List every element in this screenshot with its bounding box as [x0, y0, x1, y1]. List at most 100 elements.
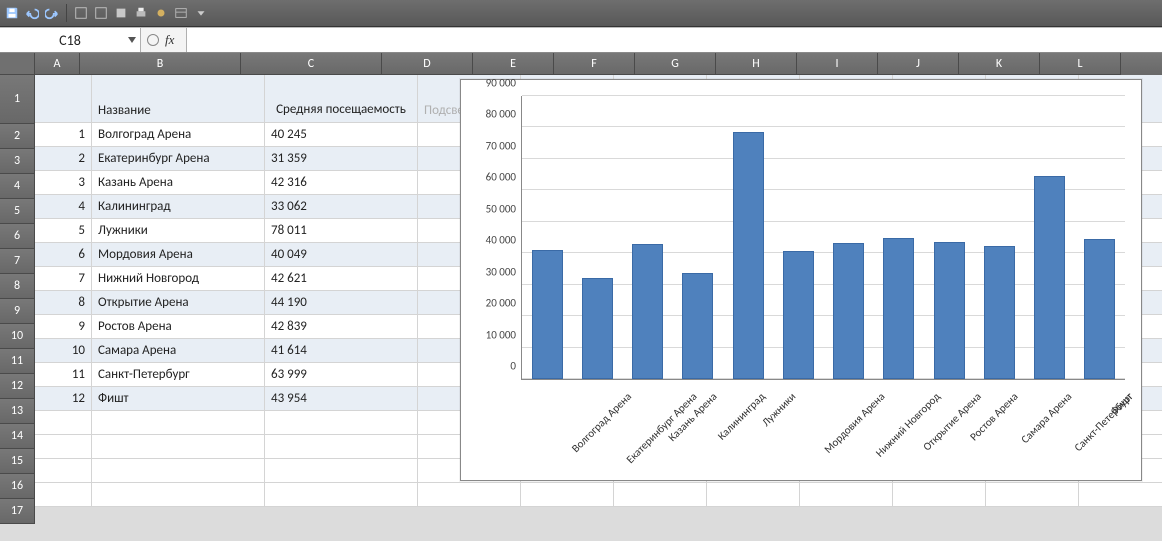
cell[interactable]: 6	[35, 243, 92, 267]
cell[interactable]: Калининград	[92, 195, 265, 219]
chart-bar[interactable]	[733, 132, 764, 379]
redo-icon[interactable]	[44, 5, 60, 21]
cell[interactable]	[92, 435, 265, 459]
cell[interactable]	[986, 483, 1079, 507]
chart-bar[interactable]	[934, 242, 965, 379]
cell[interactable]: 1	[35, 123, 92, 147]
cell[interactable]: 43 954	[265, 387, 418, 411]
cell[interactable]: 41 614	[265, 339, 418, 363]
cell[interactable]	[35, 483, 92, 507]
column-header[interactable]: D	[382, 53, 473, 75]
row-header[interactable]: 13	[0, 399, 35, 424]
cell[interactable]: Екатеринбург Арена	[92, 147, 265, 171]
cell[interactable]	[893, 483, 986, 507]
cell[interactable]	[92, 411, 265, 435]
dropdown-icon[interactable]	[193, 5, 209, 21]
cell[interactable]: Открытие Арена	[92, 291, 265, 315]
cell[interactable]: Самара Арена	[92, 339, 265, 363]
cell[interactable]: 9	[35, 315, 92, 339]
cell[interactable]: Волгоград Арена	[92, 123, 265, 147]
cell[interactable]: Мордовия Арена	[92, 243, 265, 267]
column-header[interactable]: L	[1040, 53, 1121, 75]
chart[interactable]: 010 00020 00030 00040 00050 00060 00070 …	[460, 79, 1142, 481]
cell[interactable]: 2	[35, 147, 92, 171]
column-header[interactable]: G	[635, 53, 716, 75]
chevron-down-icon[interactable]	[128, 37, 136, 43]
cell[interactable]	[800, 483, 893, 507]
cell[interactable]	[265, 483, 418, 507]
cell[interactable]	[265, 435, 418, 459]
row-header[interactable]: 5	[0, 199, 35, 224]
row-header[interactable]: 14	[0, 424, 35, 449]
cell[interactable]: Казань Арена	[92, 171, 265, 195]
cell[interactable]: 40 245	[265, 123, 418, 147]
chart-bar[interactable]	[984, 246, 1015, 379]
chart-bar[interactable]	[1084, 239, 1115, 379]
cancel-icon[interactable]	[147, 34, 159, 46]
toolbar-icon[interactable]	[153, 5, 169, 21]
cell[interactable]	[614, 483, 707, 507]
save-icon[interactable]	[4, 5, 20, 21]
row-header[interactable]: 6	[0, 224, 35, 249]
cell[interactable]	[707, 483, 800, 507]
column-header[interactable]: F	[554, 53, 635, 75]
row-header[interactable]: 7	[0, 249, 35, 274]
cell[interactable]	[1079, 483, 1162, 507]
cell[interactable]: 31 359	[265, 147, 418, 171]
cell[interactable]: 10	[35, 339, 92, 363]
cell[interactable]: 44 190	[265, 291, 418, 315]
undo-icon[interactable]	[24, 5, 40, 21]
cell[interactable]: Санкт-Петербург	[92, 363, 265, 387]
cell[interactable]: Лужники	[92, 219, 265, 243]
cell[interactable]: 11	[35, 363, 92, 387]
cell[interactable]: 63 999	[265, 363, 418, 387]
cell[interactable]: Название	[92, 75, 265, 123]
cell[interactable]: 42 316	[265, 171, 418, 195]
worksheet[interactable]: ABCDEFGHIJKL 1234567891011121314151617 Н…	[0, 53, 1162, 541]
cell[interactable]: 42 621	[265, 267, 418, 291]
cell[interactable]: 33 062	[265, 195, 418, 219]
row-header[interactable]: 1	[0, 75, 35, 124]
fx-icon[interactable]: fx	[165, 32, 180, 48]
row-header[interactable]: 17	[0, 499, 35, 524]
cell[interactable]: 3	[35, 171, 92, 195]
toolbar-icon[interactable]	[73, 5, 89, 21]
chart-bar[interactable]	[682, 273, 713, 379]
cell[interactable]	[35, 459, 92, 483]
column-header[interactable]: C	[241, 53, 382, 75]
row-header[interactable]: 10	[0, 324, 35, 349]
cell[interactable]	[35, 411, 92, 435]
chart-bar[interactable]	[632, 244, 663, 379]
cell[interactable]	[92, 483, 265, 507]
column-header[interactable]: H	[716, 53, 797, 75]
column-header[interactable]: A	[35, 53, 80, 75]
row-header[interactable]: 15	[0, 449, 35, 474]
cell[interactable]	[265, 459, 418, 483]
print-icon[interactable]	[133, 5, 149, 21]
cell[interactable]	[265, 411, 418, 435]
toolbar-icon[interactable]	[93, 5, 109, 21]
row-header[interactable]: 2	[0, 124, 35, 149]
column-header[interactable]: I	[797, 53, 878, 75]
cell[interactable]	[35, 435, 92, 459]
cell[interactable]	[418, 483, 521, 507]
cell[interactable]: 7	[35, 267, 92, 291]
column-header[interactable]: K	[959, 53, 1040, 75]
chart-bar[interactable]	[833, 243, 864, 379]
cell[interactable]: 4	[35, 195, 92, 219]
chart-bar[interactable]	[883, 238, 914, 379]
toolbar-icon[interactable]	[113, 5, 129, 21]
formula-input[interactable]	[186, 28, 1162, 52]
cell[interactable]: 78 011	[265, 219, 418, 243]
row-header[interactable]: 3	[0, 149, 35, 174]
cell[interactable]: 5	[35, 219, 92, 243]
cell[interactable]: 12	[35, 387, 92, 411]
column-header[interactable]: J	[878, 53, 959, 75]
toolbar-icon[interactable]	[173, 5, 189, 21]
column-header[interactable]: E	[473, 53, 554, 75]
cell[interactable]: Фишт	[92, 387, 265, 411]
cell[interactable]: Средняя посещаемость	[265, 75, 418, 123]
chart-bar[interactable]	[1034, 176, 1065, 379]
row-header[interactable]: 8	[0, 274, 35, 299]
chart-bar[interactable]	[582, 278, 613, 379]
